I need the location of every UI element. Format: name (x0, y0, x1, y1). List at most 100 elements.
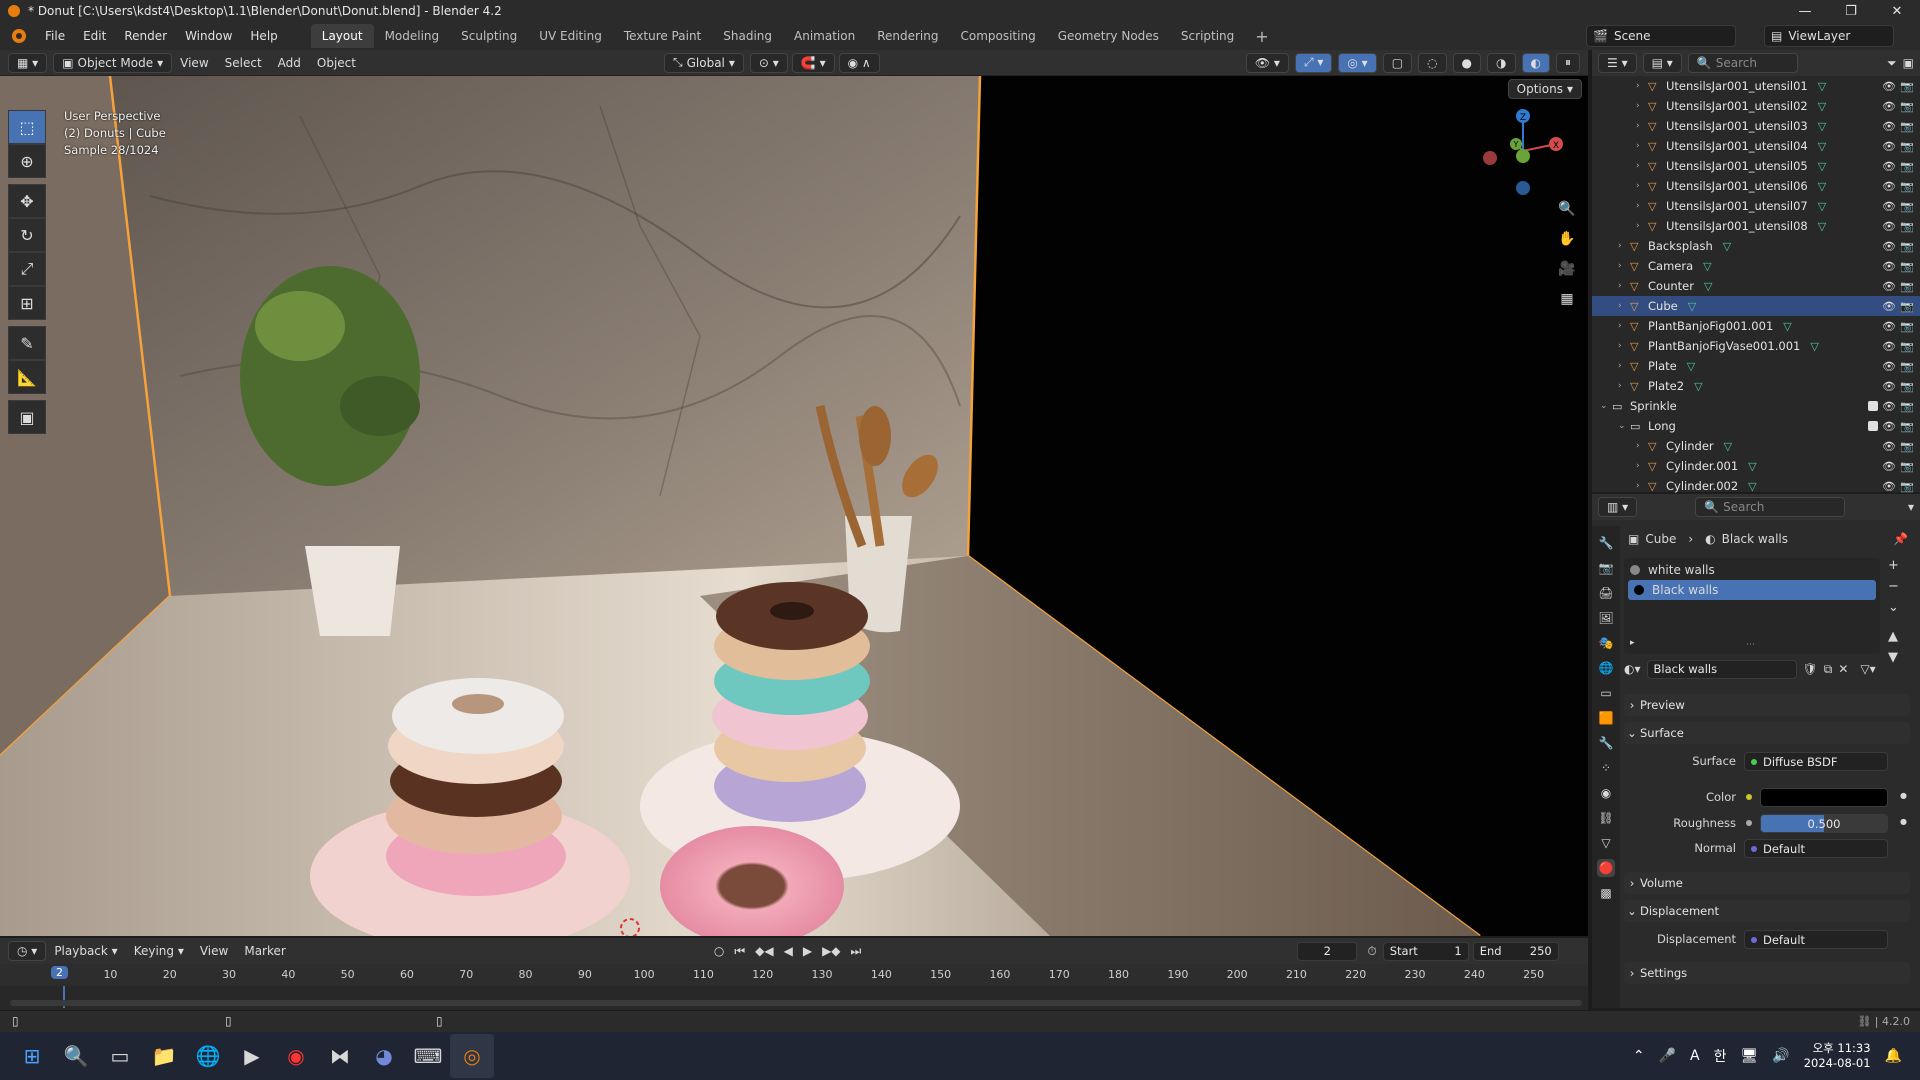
start-frame-field[interactable]: Start 1 (1382, 941, 1469, 961)
outliner-row[interactable]: › ▽ Cylinder.001 ▽ 👁 📷 (1592, 456, 1920, 476)
surface-shader-field[interactable]: Diffuse BSDF (1744, 752, 1888, 771)
render-camera-icon[interactable]: 📷 (1900, 460, 1914, 473)
render-camera-icon[interactable]: 📷 (1900, 200, 1914, 213)
displacement-panel-header[interactable]: ⌄ Displacement (1624, 900, 1910, 922)
collapsed-arrow-icon[interactable]: › (1636, 441, 1648, 451)
fake-user-shield-icon[interactable]: 🛡 (1803, 662, 1818, 676)
duplicate-material-icon[interactable]: ⧉ (1824, 662, 1833, 677)
camera-view-icon[interactable]: 🎥 (1554, 256, 1580, 282)
outliner-row[interactable]: › ▽ Cylinder ▽ 👁 📷 (1592, 436, 1920, 456)
keyframe-dot-icon[interactable]: ● (1900, 791, 1907, 800)
collapsed-arrow-icon[interactable]: › (1618, 341, 1630, 351)
properties-search[interactable]: 🔍 Search (1695, 497, 1846, 517)
outliner-row[interactable]: › ▽ Cylinder.002 ▽ 👁 📷 (1592, 476, 1920, 496)
texture-tab-icon[interactable]: ▩ (1597, 884, 1615, 902)
menu-window[interactable]: Window (176, 29, 241, 43)
view-layer-tab-icon[interactable]: 🖼 (1597, 609, 1615, 627)
render-camera-icon[interactable]: 📷 (1900, 180, 1914, 193)
navigation-gizmo[interactable]: Z X Y (1478, 106, 1568, 196)
new-collection-icon[interactable]: ▣ (1903, 56, 1914, 70)
material-browse-icon[interactable]: ◐▾ (1624, 662, 1641, 676)
collapsed-arrow-icon[interactable]: › (1636, 181, 1648, 191)
object-tab-icon[interactable]: 🟧 (1597, 709, 1615, 727)
preview-panel-header[interactable]: › Preview (1624, 694, 1910, 716)
world-tab-icon[interactable]: 🌐 (1597, 659, 1615, 677)
material-tab-icon[interactable]: 🔴 (1597, 859, 1615, 877)
tab-compositing[interactable]: Compositing (949, 24, 1046, 48)
slot-menu-button[interactable]: ⌄ (1888, 600, 1899, 615)
blender-logo-icon[interactable] (12, 29, 26, 43)
visibility-eye-icon[interactable]: 👁 (1882, 480, 1896, 493)
next-keyframe-icon[interactable]: ▶◆ (822, 944, 840, 958)
discord-icon[interactable]: ◕ (362, 1034, 406, 1078)
ime-hangul-indicator[interactable]: 한 (1714, 1046, 1727, 1066)
displacement-field[interactable]: Default (1744, 930, 1888, 949)
outliner-search[interactable]: 🔍 Search (1687, 53, 1798, 73)
menu-edit[interactable]: Edit (74, 29, 115, 43)
visibility-eye-icon[interactable]: 👁 (1882, 300, 1896, 313)
render-camera-icon[interactable]: 📷 (1900, 300, 1914, 313)
timeline-menu-marker[interactable]: Marker (236, 944, 293, 958)
pan-hand-icon[interactable]: ✋ (1554, 226, 1580, 252)
show-hidden-icons[interactable]: ⌃ (1633, 1048, 1645, 1064)
shading-wireframe-button[interactable]: ◌ (1418, 52, 1447, 73)
preview-range-icon[interactable]: ⏱ (1367, 944, 1376, 959)
render-tab-icon[interactable]: 📷 (1597, 559, 1615, 577)
collapsed-arrow-icon[interactable]: › (1636, 461, 1648, 471)
visibility-eye-icon[interactable]: 👁 (1882, 220, 1896, 233)
viewport-menu-view[interactable]: View (172, 56, 216, 70)
render-camera-icon[interactable]: 📷 (1900, 140, 1914, 153)
visibility-eye-icon[interactable]: 👁 (1882, 400, 1896, 413)
exclude-checkbox[interactable] (1868, 421, 1878, 431)
modifier-tab-icon[interactable]: 🔧 (1597, 734, 1615, 752)
visibility-eye-icon[interactable]: 👁 (1882, 180, 1896, 193)
collapsed-arrow-icon[interactable]: › (1636, 221, 1648, 231)
end-frame-field[interactable]: End 250 (1472, 941, 1559, 961)
display-mode-dropdown[interactable]: ▤ ▾ (1642, 53, 1682, 73)
outliner-row[interactable]: › ▽ Camera ▽ 👁 📷 (1592, 256, 1920, 276)
add-cube-tool[interactable]: ▣ (8, 400, 46, 434)
exclude-checkbox[interactable] (1868, 401, 1878, 411)
render-camera-icon[interactable]: 📷 (1900, 320, 1914, 333)
menu-render[interactable]: Render (115, 29, 176, 43)
youtube-music-icon[interactable]: ◉ (274, 1034, 318, 1078)
perspective-grid-icon[interactable]: ▦ (1554, 286, 1580, 312)
settings-panel-header[interactable]: › Settings (1624, 962, 1910, 984)
snap-toggle[interactable]: 🧲 ▾ (791, 52, 835, 73)
volume-icon[interactable]: 🔊 (1772, 1048, 1789, 1064)
visibility-eye-icon[interactable]: 👁 (1882, 260, 1896, 273)
outliner-row[interactable]: › ▽ UtensilsJar001_utensil08 ▽ 👁 📷 (1592, 216, 1920, 236)
render-camera-icon[interactable]: 📷 (1900, 100, 1914, 113)
collapsed-arrow-icon[interactable]: › (1636, 121, 1648, 131)
outliner-editor-type[interactable]: ☰ ▾ (1598, 53, 1637, 73)
transform-orientation-dropdown[interactable]: ⤡ Global ▾ (664, 52, 744, 73)
visibility-eye-icon[interactable]: 👁 (1882, 120, 1896, 133)
ime-mode-indicator[interactable]: A (1690, 1048, 1700, 1064)
3d-viewport[interactable]: User Perspective (2) Donuts | Cube Sampl… (0, 76, 1588, 936)
zoom-icon[interactable]: 🔍 (1554, 196, 1580, 222)
outliner-row[interactable]: › ▽ UtensilsJar001_utensil05 ▽ 👁 📷 (1592, 156, 1920, 176)
color-swatch[interactable] (1760, 788, 1888, 807)
visibility-eye-icon[interactable]: 👁 (1882, 240, 1896, 253)
auto-keying-icon[interactable]: ○ (714, 944, 724, 958)
prev-keyframe-icon[interactable]: ◆◀ (755, 944, 773, 958)
collapsed-arrow-icon[interactable]: › (1636, 161, 1648, 171)
transform-tool[interactable]: ⊞ (8, 286, 46, 320)
pivot-dropdown[interactable]: ⊙ ▾ (749, 52, 788, 73)
capcut-icon[interactable]: ⧓ (318, 1034, 362, 1078)
collapsed-arrow-icon[interactable]: › (1636, 81, 1648, 91)
viewport-menu-add[interactable]: Add (270, 56, 309, 70)
select-box-tool[interactable]: ⬚ (8, 110, 46, 144)
move-slot-up-button[interactable]: ▲ (1888, 629, 1899, 644)
tab-texture-paint[interactable]: Texture Paint (613, 24, 712, 48)
tool-tab-icon[interactable]: 🔧 (1597, 534, 1615, 552)
visibility-eye-icon[interactable]: 👁 (1882, 380, 1896, 393)
resize-handle[interactable]: ⋯ (1746, 640, 1755, 650)
tab-uv-editing[interactable]: UV Editing (528, 24, 613, 48)
properties-options-icon[interactable]: ▾ (1908, 500, 1914, 514)
pause-render-button[interactable]: ⏸ (1555, 52, 1580, 73)
outliner-row[interactable]: › ▽ PlantBanjoFig001.001 ▽ 👁 📷 (1592, 316, 1920, 336)
visibility-eye-icon[interactable]: 👁 (1882, 460, 1896, 473)
visibility-eye-icon[interactable]: 👁 (1882, 340, 1896, 353)
visibility-eye-icon[interactable]: 👁 (1882, 140, 1896, 153)
